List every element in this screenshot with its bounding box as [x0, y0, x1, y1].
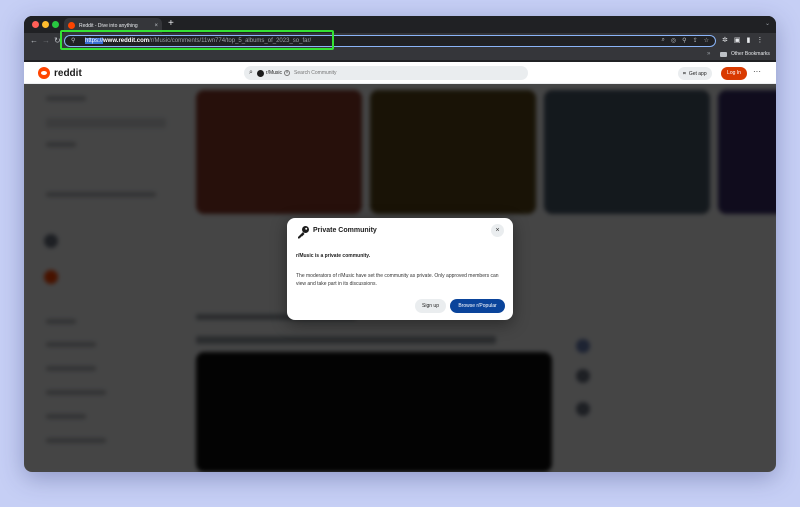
new-tab-button[interactable]: + — [168, 19, 174, 29]
back-icon[interactable]: ← — [30, 36, 38, 45]
modal-close-button[interactable]: × — [491, 224, 504, 237]
search-icon: ⌕ — [249, 69, 253, 76]
bookmark-star-icon[interactable]: ☆ — [704, 37, 709, 44]
extensions-icon[interactable]: ✲ — [722, 36, 728, 44]
side-panel-icon[interactable]: ▣ — [734, 36, 741, 44]
reddit-header: reddit ⌕ r/Music × Search Community ⌗ Ge… — [24, 62, 776, 84]
qr-code-icon: ⌗ — [683, 70, 686, 77]
profile-icon[interactable]: ▮ — [747, 36, 751, 44]
community-chip-label: r/Music — [265, 70, 283, 76]
share-icon[interactable]: ⇪ — [693, 37, 698, 44]
browser-toolbar: ← → ↻ ⚲ https://www.reddit.com/r/Music/c… — [24, 33, 776, 49]
get-app-button[interactable]: ⌗ Get app — [678, 67, 712, 80]
web-page: reddit ⌕ r/Music × Search Community ⌗ Ge… — [24, 62, 776, 472]
zoom-icon[interactable]: ⌕ — [662, 37, 665, 44]
forward-icon[interactable]: → — [42, 36, 50, 45]
other-bookmarks[interactable]: Other Bookmarks — [731, 51, 770, 57]
tab-title: Reddit - Dive into anything — [79, 22, 138, 29]
search-input[interactable]: Search Community — [294, 70, 337, 76]
snoo-icon — [38, 67, 50, 79]
bookmarks-chevron-icon[interactable]: » — [707, 51, 710, 57]
chip-remove-icon[interactable]: × — [284, 70, 291, 76]
address-bar-actions: ⌕ ◎ ⚲ ⇪ ☆ — [662, 37, 709, 44]
bookmarks-bar: » Other Bookmarks — [24, 49, 776, 61]
tab-search-icon[interactable]: ⌄ — [765, 20, 770, 27]
reload-icon[interactable]: ↻ — [54, 36, 61, 45]
modal-body: The moderators of r/Music have set the c… — [296, 273, 499, 287]
more-options-icon[interactable]: ··· — [753, 67, 761, 76]
modal-subtitle: r/Music is a private community. — [296, 253, 371, 259]
key-icon — [298, 226, 309, 239]
toolbar-right: ✲ ▣ ▮ ⋮ — [722, 36, 763, 44]
maximize-window-button[interactable] — [52, 21, 59, 28]
url-scheme: https:// — [85, 38, 104, 44]
login-button[interactable]: Log In — [721, 67, 747, 80]
address-bar[interactable]: ⚲ https://www.reddit.com/r/Music/comment… — [64, 35, 716, 47]
community-avatar-icon — [256, 69, 264, 77]
site-info-icon[interactable]: ⚲ — [71, 37, 75, 44]
browser-window: Reddit - Dive into anything × + ⌄ ← → ↻ … — [24, 16, 776, 472]
browse-popular-button[interactable]: Browse r/Popular — [450, 299, 505, 313]
get-app-label: Get app — [688, 70, 707, 77]
reddit-wordmark: reddit — [54, 67, 82, 79]
url-path: /r/Music/comments/11wn774/top_5_albums_o… — [149, 38, 312, 44]
community-chip[interactable]: r/Music × — [256, 69, 291, 77]
tab-strip: Reddit - Dive into anything × + ⌄ — [24, 16, 776, 33]
tab-reddit[interactable]: Reddit - Dive into anything × — [64, 18, 162, 33]
google-lens-icon[interactable]: ◎ — [671, 37, 676, 44]
reddit-favicon-icon — [68, 22, 75, 29]
private-community-modal: Private Community × r/Music is a private… — [287, 218, 513, 320]
sign-up-button[interactable]: Sign up — [415, 299, 446, 313]
minimize-window-button[interactable] — [42, 21, 49, 28]
modal-title: Private Community — [313, 227, 377, 234]
search-bar[interactable]: ⌕ r/Music × Search Community — [244, 66, 528, 80]
url-domain: www.reddit.com — [103, 38, 150, 44]
browser-menu-icon[interactable]: ⋮ — [756, 36, 763, 44]
reddit-logo[interactable]: reddit — [38, 67, 82, 79]
url-text[interactable]: https://www.reddit.com/r/Music/comments/… — [85, 38, 311, 44]
folder-icon — [720, 52, 727, 57]
tab-close-icon[interactable]: × — [154, 23, 158, 29]
search-icon[interactable]: ⚲ — [682, 37, 686, 44]
close-window-button[interactable] — [32, 21, 39, 28]
